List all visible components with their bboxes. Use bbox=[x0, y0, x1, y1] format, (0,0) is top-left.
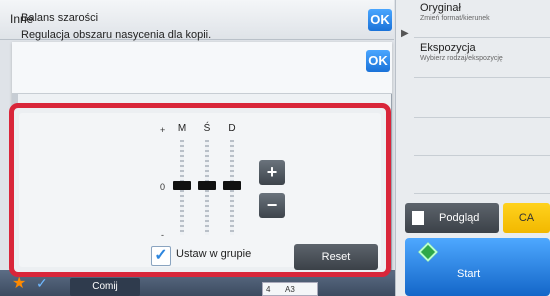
side-item-exposure-title: Ekspozycja bbox=[420, 42, 476, 54]
column-label-m: M bbox=[177, 123, 187, 134]
side-item-original-title: Oryginał bbox=[420, 2, 461, 14]
dialog-ok-button[interactable]: OK bbox=[366, 50, 390, 72]
group-checkbox-label: Ustaw w grupie bbox=[176, 248, 252, 260]
side-item-empty bbox=[414, 156, 550, 194]
start-label: Start bbox=[457, 268, 481, 280]
scale-plus-label: + bbox=[160, 125, 166, 135]
side-item-original[interactable]: Oryginał Zmień format/kierunek bbox=[414, 0, 550, 38]
paper-tray-indicator[interactable]: 4 A3 bbox=[262, 282, 318, 296]
scale-minus-label: - bbox=[161, 230, 164, 240]
paper-size: A3 bbox=[285, 285, 295, 294]
start-icon bbox=[418, 242, 438, 262]
decrease-button[interactable]: − bbox=[259, 193, 285, 218]
column-label-d: D bbox=[228, 123, 236, 134]
header-ok-button[interactable]: OK bbox=[368, 9, 392, 31]
slider-knob-s[interactable] bbox=[198, 181, 216, 190]
preview-label: Podgląd bbox=[439, 212, 480, 224]
paper-tray-number: 4 bbox=[266, 285, 271, 294]
collapse-arrow-icon[interactable]: ▶ bbox=[401, 28, 409, 39]
column-label-s: Ś bbox=[203, 123, 211, 134]
side-item-empty bbox=[414, 118, 550, 156]
copies-button[interactable]: Comij bbox=[70, 278, 140, 296]
side-item-original-subtitle: Zmień format/kierunek bbox=[420, 15, 490, 22]
clear-all-button[interactable]: CA bbox=[503, 203, 550, 233]
preview-button[interactable]: Podgląd bbox=[405, 203, 499, 233]
slider-knob-m[interactable] bbox=[173, 181, 191, 190]
side-item-empty bbox=[414, 80, 550, 118]
reset-button[interactable]: Reset bbox=[294, 244, 378, 270]
favorite-star-icon[interactable]: ★ bbox=[12, 276, 26, 292]
increase-button[interactable]: + bbox=[259, 160, 285, 185]
group-checkbox[interactable]: ✓ bbox=[151, 246, 171, 266]
dialog-title: Balans szarości bbox=[21, 12, 99, 24]
scale-zero-label: 0 bbox=[160, 182, 166, 192]
dialog-subtitle: Regulacja obszaru nasycenia dla kopii. bbox=[21, 29, 212, 41]
dialog-header bbox=[12, 42, 392, 94]
side-item-exposure-subtitle: Wybierz rodzaj/ekspozycję bbox=[420, 55, 503, 62]
side-item-exposure[interactable]: Ekspozycja Wybierz rodzaj/ekspozycję bbox=[414, 40, 550, 78]
preview-icon bbox=[412, 211, 424, 225]
check-icon[interactable]: ✓ bbox=[36, 275, 48, 292]
start-button[interactable]: Start bbox=[405, 238, 550, 296]
slider-knob-d[interactable] bbox=[223, 181, 241, 190]
